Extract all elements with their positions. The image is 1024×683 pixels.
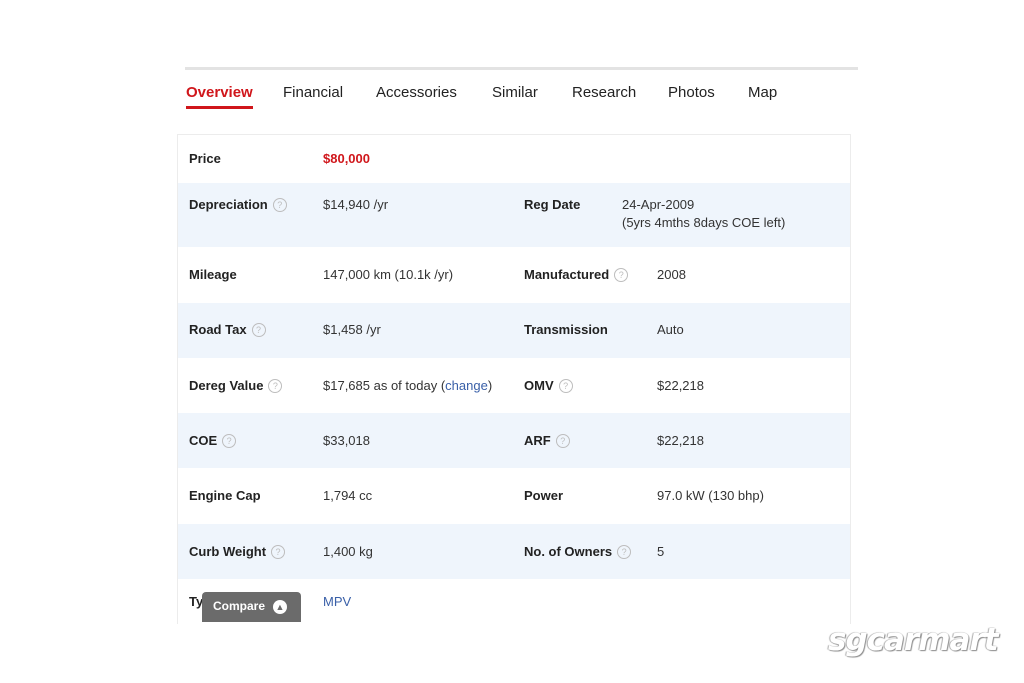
transmission-value: Auto [657, 322, 684, 337]
road-tax-label: Road Tax? [189, 322, 266, 338]
power-label: Power [524, 488, 564, 503]
car-details-table: Price $80,000 Depreciation? $14,940 /yr … [177, 134, 851, 624]
help-icon[interactable]: ? [222, 434, 237, 448]
engine-cap-label: Engine Cap [189, 488, 261, 503]
price-label: Price [189, 151, 221, 166]
help-icon[interactable]: ? [271, 545, 286, 559]
table-row: COE? $33,018 ARF? $22,218 [178, 413, 850, 468]
omv-value: $22,218 [657, 378, 704, 393]
manufactured-label: Manufactured? [524, 267, 629, 283]
reg-date-value: 24-Apr-2009 [622, 197, 695, 212]
road-tax-value: $1,458 /yr [323, 322, 381, 337]
transmission-label: Transmission [524, 322, 608, 337]
arf-label: ARF? [524, 433, 570, 449]
coe-left-text: (5yrs 4mths 8days COE left) [622, 215, 786, 230]
table-row: Engine Cap 1,794 cc Power 97.0 kW (130 b… [178, 468, 850, 524]
help-icon[interactable]: ? [272, 198, 287, 212]
tab-photos[interactable]: Photos [668, 84, 715, 102]
change-link[interactable]: change [445, 378, 488, 393]
coe-label: COE? [189, 433, 237, 449]
type-value[interactable]: MPV [323, 593, 351, 611]
tab-similar[interactable]: Similar [492, 84, 538, 102]
power-value: 97.0 kW (130 bhp) [657, 488, 764, 503]
tab-overview[interactable]: Overview [186, 84, 253, 109]
coe-value: $33,018 [323, 433, 370, 448]
chevron-up-icon: ▲ [273, 600, 287, 614]
compare-label: Compare [213, 599, 266, 613]
dereg-value-label: Dereg Value? [189, 378, 283, 394]
help-icon[interactable]: ? [614, 268, 629, 282]
table-row: Price $80,000 [178, 135, 850, 183]
help-icon[interactable]: ? [558, 379, 573, 393]
mileage-value: 147,000 km (10.1k /yr) [323, 267, 454, 282]
tab-research[interactable]: Research [572, 84, 636, 102]
owners-value: 5 [657, 544, 665, 559]
depreciation-value: $14,940 /yr [323, 197, 389, 212]
engine-cap-value: 1,794 cc [323, 488, 373, 503]
price-value: $80,000 [323, 151, 370, 166]
owners-label: No. of Owners? [524, 544, 632, 560]
table-row: Curb Weight? 1,400 kg No. of Owners? 5 [178, 524, 850, 579]
table-row: Mileage 147,000 km (10.1k /yr) Manufactu… [178, 247, 850, 303]
curb-weight-label: Curb Weight? [189, 544, 286, 560]
table-row: Depreciation? $14,940 /yr Reg Date 24-Ap… [178, 183, 850, 247]
table-row: Road Tax? $1,458 /yr Transmission Auto [178, 303, 850, 358]
compare-button[interactable]: Compare ▲ [202, 592, 301, 622]
table-row: Dereg Value? $17,685 as of today (change… [178, 358, 850, 413]
mileage-label: Mileage [189, 267, 237, 282]
help-icon[interactable]: ? [555, 434, 570, 448]
help-icon[interactable]: ? [251, 323, 266, 337]
tab-accessories[interactable]: Accessories [376, 84, 457, 102]
manufactured-value: 2008 [657, 267, 686, 282]
sgcarmart-logo: sgcarmart [828, 622, 999, 658]
dereg-value: $17,685 as of today (change) [323, 378, 493, 393]
help-icon[interactable]: ? [617, 545, 632, 559]
help-icon[interactable]: ? [268, 379, 283, 393]
curb-weight-value: 1,400 kg [323, 544, 373, 559]
omv-label: OMV? [524, 378, 573, 394]
tab-financial[interactable]: Financial [283, 84, 343, 102]
reg-date-label: Reg Date [524, 197, 581, 212]
top-divider [185, 67, 858, 70]
arf-value: $22,218 [657, 433, 704, 448]
depreciation-label: Depreciation? [189, 197, 287, 213]
tab-map[interactable]: Map [748, 84, 777, 102]
